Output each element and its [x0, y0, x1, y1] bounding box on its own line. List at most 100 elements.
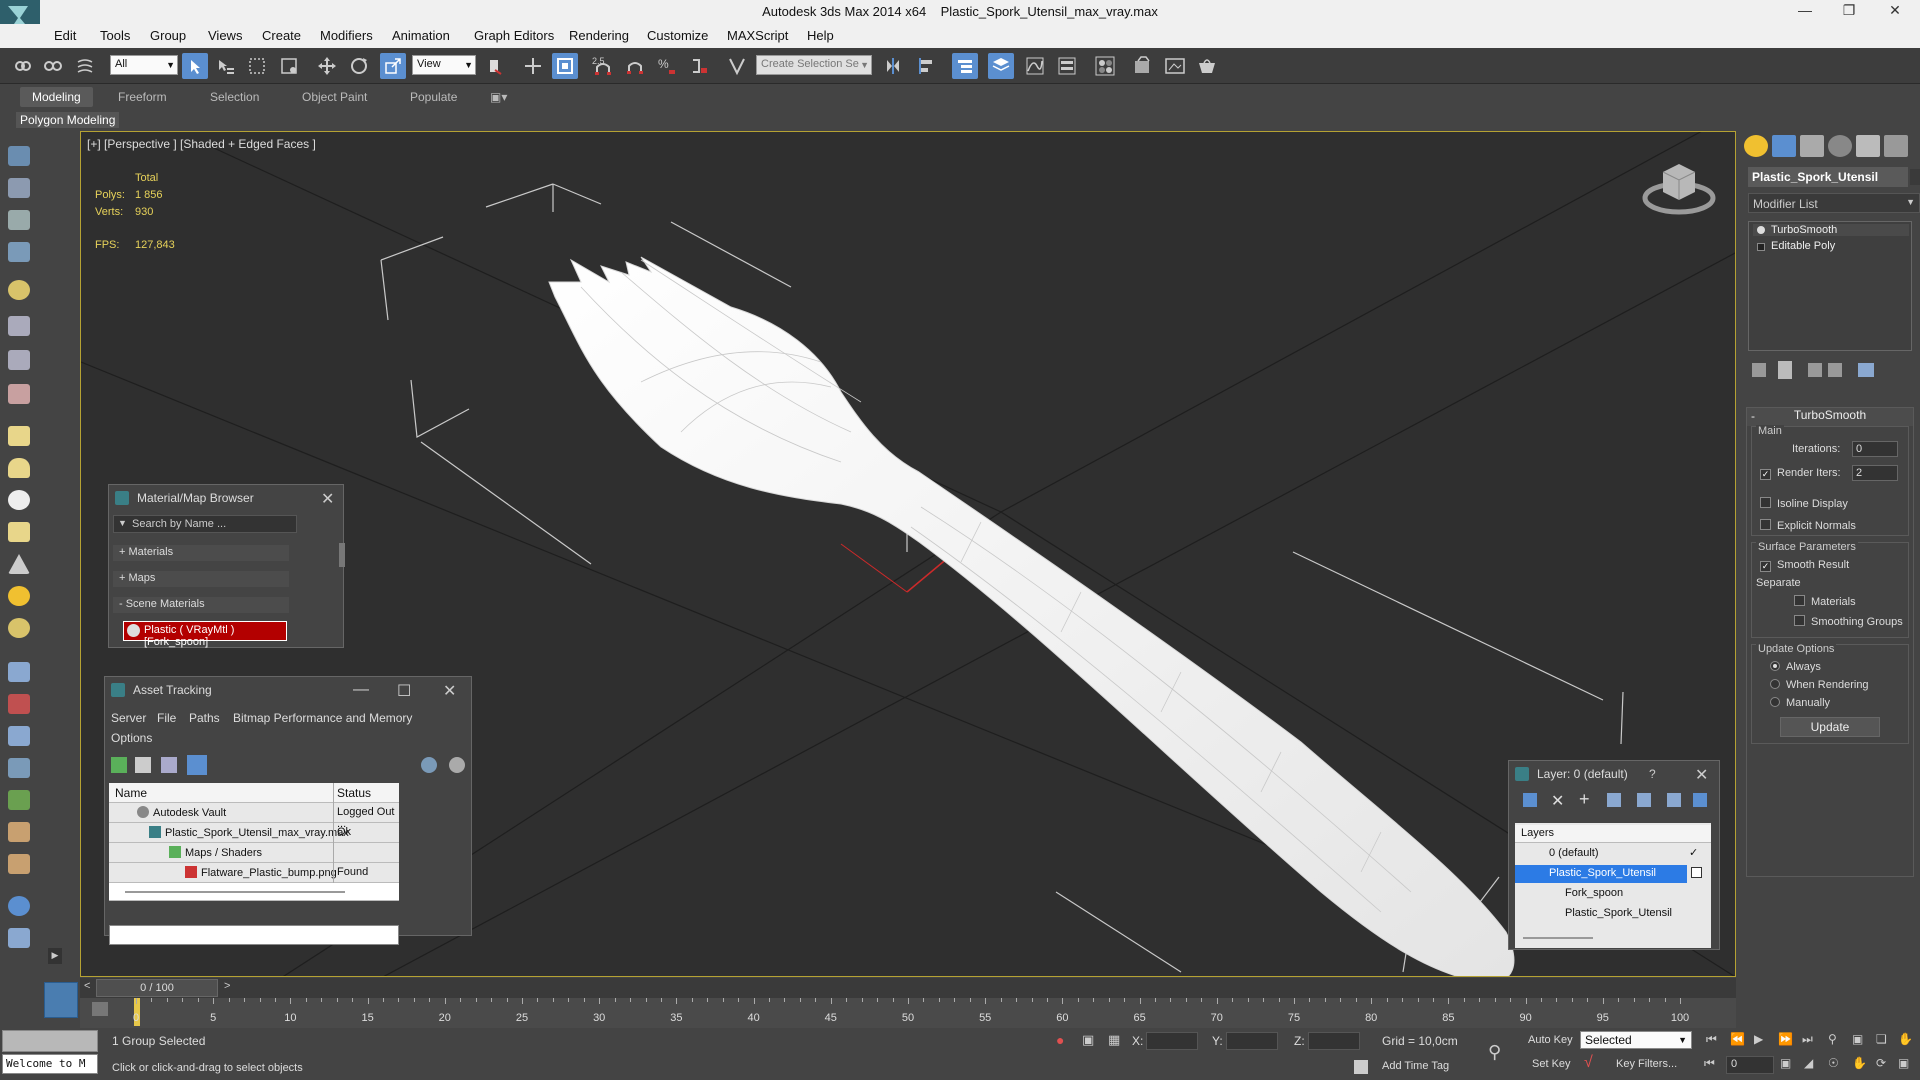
x-coord-field[interactable]	[1146, 1032, 1198, 1050]
horizontal-scrollbar[interactable]	[125, 891, 345, 893]
update-button[interactable]: Update	[1780, 717, 1880, 737]
walk-icon[interactable]	[8, 726, 30, 746]
object-name-field[interactable]: Plastic_Spork_Utensil	[1748, 167, 1908, 187]
light-icon[interactable]	[8, 280, 30, 300]
table-row[interactable]: Maps / Shaders	[109, 843, 399, 863]
layer-row-default[interactable]: 0 (default) ✓	[1515, 845, 1711, 863]
isoline-option[interactable]: Isoline Display	[1760, 497, 1848, 510]
maximize-toggle-icon[interactable]: ▣	[1898, 1056, 1909, 1070]
render-production-icon[interactable]	[1194, 53, 1220, 79]
expand-icon[interactable]	[1757, 243, 1765, 251]
section-materials[interactable]: + Materials	[113, 545, 289, 561]
always-radio[interactable]	[1770, 661, 1780, 671]
field-of-view-icon[interactable]: ◢	[1804, 1056, 1813, 1070]
helper-icon[interactable]	[8, 350, 30, 370]
absolute-mode-icon[interactable]: ▦	[1108, 1032, 1120, 1048]
menu-help[interactable]: Help	[807, 28, 834, 43]
sun-icon[interactable]	[8, 586, 30, 606]
key-icon[interactable]: ⚲	[1488, 1042, 1501, 1063]
viewport-toggle-icon[interactable]	[44, 982, 78, 1018]
object-color-swatch[interactable]	[1910, 169, 1920, 185]
close-icon[interactable]: ✕	[1880, 2, 1910, 22]
viewcube-icon[interactable]	[1641, 154, 1717, 223]
highlight-layer-icon[interactable]	[1637, 793, 1651, 807]
snap-toggle-icon[interactable]: 2.5	[590, 53, 616, 79]
manually-radio[interactable]	[1770, 697, 1780, 707]
named-selection-dropdown[interactable]: Create Selection Se ▼	[756, 55, 872, 75]
isoline-checkbox[interactable]	[1760, 497, 1771, 508]
grid-icon[interactable]	[8, 242, 30, 262]
display-tab-icon[interactable]	[1856, 135, 1880, 157]
asset-tracking-titlebar[interactable]: Asset Tracking — ☐ ✕	[105, 677, 471, 703]
maxscript-listener-top[interactable]	[2, 1030, 98, 1052]
tab-modeling[interactable]: Modeling	[20, 87, 93, 107]
menu-create[interactable]: Create	[262, 28, 301, 43]
export-icon[interactable]	[8, 928, 30, 948]
material-search-input[interactable]: ▼ Search by Name ...	[113, 515, 297, 533]
viewport-layout-icon[interactable]	[8, 146, 30, 166]
select-manipulate-icon[interactable]	[520, 53, 546, 79]
detail-view-icon[interactable]	[161, 757, 177, 773]
tab-selection[interactable]: Selection	[210, 90, 259, 104]
prev-frame-button[interactable]: <	[84, 980, 90, 992]
gear-icon[interactable]	[8, 758, 30, 778]
curve-editor-icon[interactable]	[1022, 53, 1048, 79]
settings-icon[interactable]	[449, 757, 465, 773]
lock-icon[interactable]: ▣	[1082, 1032, 1094, 1048]
angle-snap-icon[interactable]	[622, 53, 648, 79]
key-filters-button[interactable]: Key Filters...	[1616, 1058, 1677, 1070]
key-mode-icon[interactable]: √	[1584, 1054, 1593, 1072]
section-maps[interactable]: + Maps	[113, 571, 289, 587]
always-option[interactable]: Always	[1770, 661, 1821, 673]
select-object-button[interactable]	[182, 53, 208, 79]
time-slider[interactable]: < 0 / 100 >	[80, 978, 1736, 998]
orbit-icon[interactable]: ☉	[1828, 1056, 1839, 1070]
filter-icon[interactable]: ▼	[118, 518, 127, 528]
walkthrough-icon[interactable]: ✋	[1852, 1056, 1867, 1070]
sphere-icon[interactable]	[8, 490, 30, 510]
pivot-center-icon[interactable]	[482, 53, 508, 79]
close-icon[interactable]: ✕	[321, 489, 334, 509]
zoom-extents-icon[interactable]: ▣	[1852, 1032, 1863, 1046]
render-iters-spinner[interactable]: 2	[1852, 465, 1898, 481]
menu-customize[interactable]: Customize	[647, 28, 708, 43]
layer-explorer-titlebar[interactable]: Layer: 0 (default)? ✕	[1509, 761, 1719, 787]
scene-explorer-icon[interactable]	[952, 53, 978, 79]
when-rendering-radio[interactable]	[1770, 679, 1780, 689]
table-row[interactable]: Plastic_Spork_Utensil_max_vray.max Ok	[109, 823, 399, 843]
play-icon[interactable]: ▶	[1754, 1032, 1763, 1046]
selection-filter-dropdown[interactable]: All ▼	[110, 55, 178, 75]
previous-frame-icon[interactable]: ⏪	[1730, 1032, 1745, 1046]
table-view-icon[interactable]	[187, 755, 207, 775]
rotate-icon[interactable]	[346, 53, 372, 79]
auto-key-button[interactable]: Auto Key	[1528, 1034, 1573, 1046]
stack-item-editable-poly[interactable]: Editable Poly	[1753, 240, 1835, 252]
freeze-layer-icon[interactable]	[1693, 793, 1707, 807]
menu-views[interactable]: Views	[208, 28, 242, 43]
schematic-view-icon[interactable]	[1054, 53, 1080, 79]
close-icon[interactable]: ✕	[1695, 765, 1708, 785]
modifier-list-dropdown[interactable]: Modifier List ▼	[1748, 193, 1920, 213]
set-key-button[interactable]: Set Key	[1532, 1058, 1571, 1070]
scrollbar[interactable]	[339, 543, 345, 567]
col-name[interactable]: Name	[115, 786, 339, 800]
layer-row-object[interactable]: Fork_spoon	[1515, 885, 1711, 903]
menu-group[interactable]: Group	[150, 28, 186, 43]
make-unique-icon[interactable]	[1808, 363, 1822, 377]
mirror-icon[interactable]	[880, 53, 906, 79]
cloth-icon[interactable]	[8, 854, 30, 874]
selection-set-dropdown[interactable]: Selected ▼	[1580, 1031, 1692, 1049]
target-icon[interactable]	[8, 618, 30, 638]
menu-animation[interactable]: Animation	[392, 28, 450, 43]
menu-graph-editors[interactable]: Graph Editors	[474, 28, 554, 43]
align-icon[interactable]	[914, 53, 940, 79]
dynamics-icon[interactable]	[8, 694, 30, 714]
menu-edit[interactable]: Edit	[54, 28, 76, 43]
table-row[interactable]: Flatware_Plastic_bump.png Found	[109, 863, 399, 883]
maximize-icon[interactable]: ☐	[397, 681, 411, 701]
go-to-start-icon[interactable]: ⏮	[1706, 1032, 1717, 1047]
next-frame-button[interactable]: >	[224, 980, 230, 992]
stack-item-turbosmooth[interactable]: TurboSmooth	[1753, 224, 1909, 236]
asset-path-input[interactable]	[109, 925, 399, 945]
time-config-icon[interactable]: ▣	[1780, 1056, 1791, 1070]
